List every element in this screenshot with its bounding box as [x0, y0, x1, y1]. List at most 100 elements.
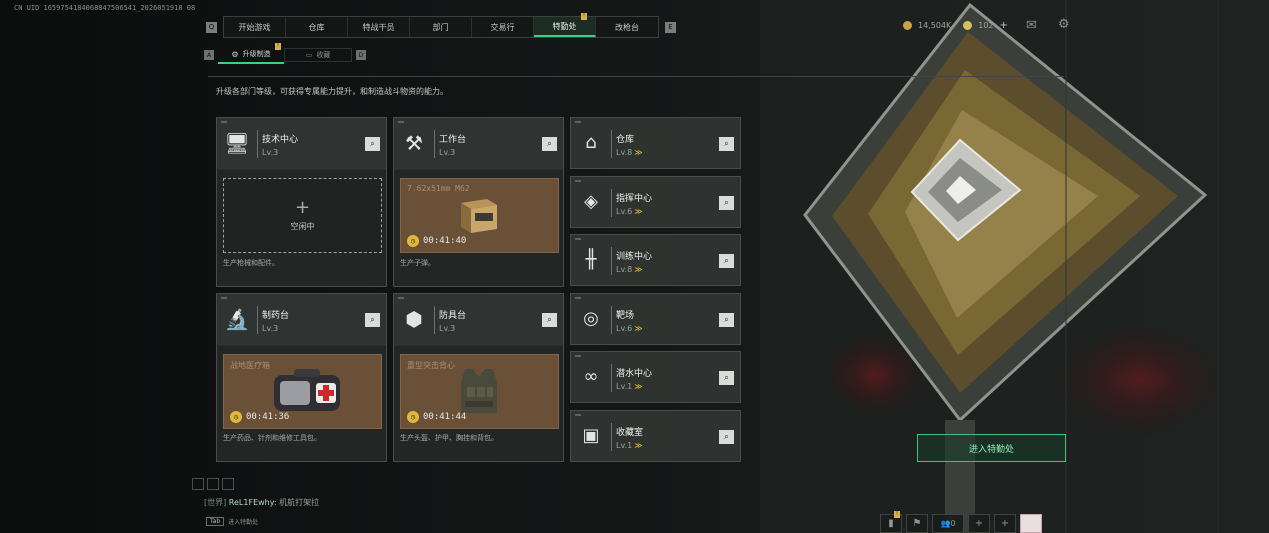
building-level: Lv.8 ≫	[616, 148, 643, 157]
ammo-box-image	[461, 199, 497, 233]
monitor-icon: 🖥	[224, 131, 250, 155]
separator	[434, 306, 435, 334]
flag-button[interactable]: ⚑	[906, 514, 928, 533]
stats-button[interactable]: ▮!	[880, 511, 902, 533]
chat-expand-icon[interactable]	[222, 478, 234, 490]
top-nav: Q 开始游戏 仓库 特战干员 部门 交易行 特勤处! 改枪台 E	[200, 13, 682, 38]
friends-count: 0	[950, 519, 956, 528]
search-icon[interactable]: ⌕	[542, 137, 557, 151]
building-name: 防具台	[439, 311, 467, 321]
chat-channel: [世界]	[204, 498, 227, 507]
upgrade-available-icon: ≫	[634, 441, 643, 450]
invite-button[interactable]: +	[968, 514, 990, 533]
search-icon[interactable]: ⌕	[719, 430, 734, 444]
currency-bar: 14,504K 102 +	[903, 20, 1008, 31]
building-name: 技术中心	[262, 135, 299, 145]
upgrade-available-icon: ≫	[634, 324, 643, 333]
search-icon[interactable]: ⌕	[719, 371, 734, 385]
friends-icon: 👥	[940, 519, 951, 528]
building-card-tech-center[interactable]: 🖥 技术中心 Lv.3 ⌕ + 空闲中 生产枪械和配件。	[216, 117, 387, 287]
tab-department[interactable]: 部门	[410, 17, 472, 37]
slot-status: 空闲中	[290, 222, 315, 231]
uid-label: CN UID 1659754184068847506541_2026051918…	[14, 4, 196, 12]
crafting-item-name: 战地医疗箱	[230, 361, 270, 370]
tab-operators[interactable]: 特战干员	[348, 17, 410, 37]
subtab-label: 收藏	[316, 51, 331, 59]
tab-key: Tab	[206, 517, 225, 526]
corner-mark	[398, 121, 404, 123]
chat-message[interactable]: [世界] ReL1FEwhy: 机航打架拉	[204, 497, 319, 508]
search-icon[interactable]: ⌕	[719, 313, 734, 327]
token-icon	[963, 21, 973, 30]
search-icon[interactable]: ⌕	[719, 137, 734, 151]
invite-button-2[interactable]: +	[994, 514, 1016, 533]
corner-mark	[398, 297, 404, 299]
upgrade-available-icon: ≫	[634, 265, 643, 274]
building-card-command-center[interactable]: ◈ 指挥中心 Lv.6 ≫ ⌕	[570, 176, 741, 228]
portrait-icon: ▣	[582, 425, 600, 446]
craft-slot-busy[interactable]: 重型突击背心 ◷ 00:41:44	[400, 354, 559, 429]
chat-toggle-icon[interactable]	[192, 478, 204, 490]
subnav-next-key[interactable]: D	[356, 50, 366, 60]
building-name: 靶场	[616, 311, 635, 321]
separator	[611, 306, 612, 334]
upgrade-available-icon: ≫	[634, 148, 643, 157]
nav-prev-key[interactable]: Q	[206, 21, 217, 33]
level-text: Lv.6	[616, 207, 633, 216]
search-icon[interactable]: ⌕	[719, 254, 734, 268]
search-icon[interactable]: ⌕	[719, 196, 734, 210]
building-card-shooting-range[interactable]: ◎ 靶场 Lv.6 ≫ ⌕	[570, 293, 741, 345]
chat-settings-icon[interactable]	[207, 478, 219, 490]
level-text: Lv.8	[616, 265, 633, 274]
nav-next-key[interactable]: E	[665, 21, 676, 33]
level-text: Lv.1	[616, 382, 633, 391]
token-amount: 102	[978, 21, 994, 30]
corner-mark	[575, 355, 581, 357]
alert-flag: !	[275, 42, 281, 50]
flag-icon: ⚑	[912, 518, 922, 529]
friends-button[interactable]: 👥 0	[932, 514, 964, 533]
subtab-collection[interactable]: ▭ 收藏	[284, 48, 352, 62]
craft-slot-busy[interactable]: 7.62x51mm M62 ◷ 00:41:40	[400, 178, 559, 253]
target-icon: ◎	[583, 308, 599, 329]
subtab-upgrade-craft[interactable]: ⚙ 升级制造 !	[218, 42, 284, 64]
gear-icon[interactable]: ⚙	[1058, 17, 1070, 32]
building-card-training-center[interactable]: ╫ 训练中心 Lv.8 ≫ ⌕	[570, 234, 741, 286]
mail-icon[interactable]: ✉	[1026, 18, 1037, 33]
tab-special-ops[interactable]: 特勤处!	[534, 13, 596, 37]
tab-start-game[interactable]: 开始游戏	[224, 17, 286, 37]
card-header: ⬢ 防具台 Lv.3 ⌕	[394, 294, 563, 346]
search-icon[interactable]: ⌕	[365, 137, 380, 151]
separator	[611, 189, 612, 217]
vest-image	[461, 369, 497, 413]
search-icon[interactable]: ⌕	[542, 313, 557, 327]
craft-slot-busy[interactable]: 战地医疗箱 ◷ 00:41:36	[223, 354, 382, 429]
search-icon[interactable]: ⌕	[365, 313, 380, 327]
building-footer: 生产头盔、护甲、胸挂和背包。	[400, 434, 498, 442]
tab-trade[interactable]: 交易行	[472, 17, 534, 37]
medkit-image	[274, 369, 340, 411]
tab-hint[interactable]: Tab 进入特勤处	[206, 517, 258, 526]
tab-warehouse[interactable]: 仓库	[286, 17, 348, 37]
subnav-prev-key[interactable]: A	[204, 50, 214, 60]
timer-value: 00:41:44	[423, 412, 467, 422]
enter-special-ops-button[interactable]: 进入特勤处	[917, 434, 1066, 462]
craft-slot-empty[interactable]: + 空闲中	[223, 178, 382, 253]
tab-gunsmith[interactable]: 改枪台	[596, 17, 658, 37]
building-card-pharmacy[interactable]: 🔬 制药台 Lv.3 ⌕ 战地医疗箱 ◷ 00:41:36 生产药品、针剂和维修…	[216, 293, 387, 462]
add-currency-button[interactable]: +	[1000, 20, 1008, 31]
building-level: Lv.1 ≫	[616, 382, 643, 391]
building-name: 指挥中心	[616, 194, 653, 204]
avatar[interactable]	[1020, 514, 1042, 533]
building-card-collection-room[interactable]: ▣ 收藏室 Lv.1 ≫ ⌕	[570, 410, 741, 462]
corner-mark	[575, 238, 581, 240]
building-name: 潜水中心	[616, 369, 653, 379]
crafting-item-name: 重型突击背心	[407, 361, 455, 370]
card-header: 🖥 技术中心 Lv.3 ⌕	[217, 118, 386, 170]
building-card-diving-center[interactable]: ∞ 潜水中心 Lv.1 ≫ ⌕	[570, 351, 741, 403]
building-card-workbench[interactable]: ⚒ 工作台 Lv.3 ⌕ 7.62x51mm M62 ◷ 00:41:40 生产…	[393, 117, 564, 287]
timer-value: 00:41:36	[246, 412, 290, 422]
building-card-armor-bench[interactable]: ⬢ 防具台 Lv.3 ⌕ 重型突击背心 ◷ 00:41:44 生产头盔、护甲、胸…	[393, 293, 564, 462]
building-level: Lv.3	[262, 148, 279, 157]
building-card-warehouse[interactable]: ⌂ 仓库 Lv.8 ≫ ⌕	[570, 117, 741, 169]
